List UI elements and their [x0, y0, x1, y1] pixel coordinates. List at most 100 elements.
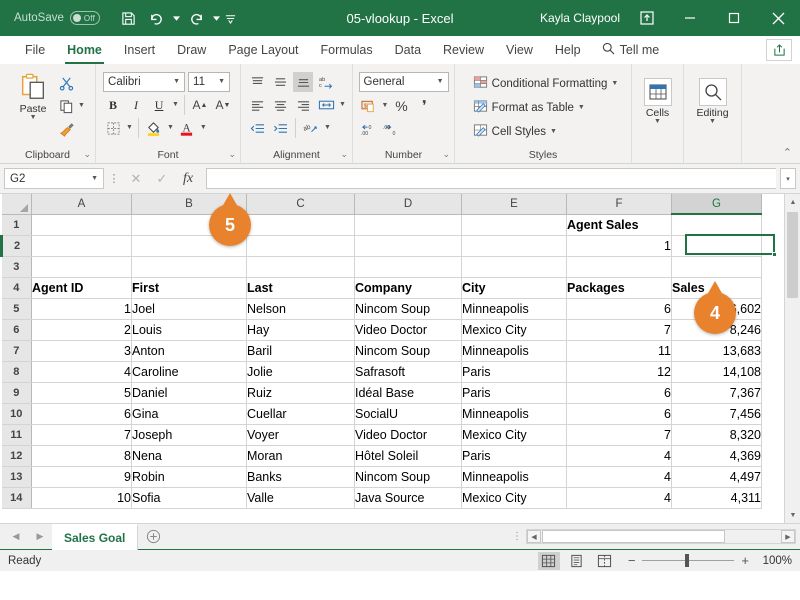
grid-cell[interactable]: 4,497 [671, 466, 762, 488]
name-box[interactable]: G2 ▼ [4, 168, 104, 189]
grid-cell[interactable]: Joel [131, 298, 247, 320]
grid-cell[interactable] [461, 235, 567, 257]
align-left-button[interactable] [247, 95, 267, 115]
grid-cell[interactable]: Last [246, 277, 355, 299]
grid-cell[interactable]: Louis [131, 319, 247, 341]
row-header-1[interactable]: 1 [1, 214, 32, 236]
grid-cell[interactable]: 4,311 [671, 487, 762, 509]
grow-font-button[interactable]: A ▲ [190, 95, 210, 115]
font-name-combo[interactable]: Calibri ▼ [103, 72, 186, 92]
page-layout-view-button[interactable] [566, 552, 588, 570]
insert-function-button[interactable]: fx [176, 168, 200, 190]
grid-cell[interactable]: Nincom Soup [354, 298, 462, 320]
user-name[interactable]: Kayla Claypool [540, 11, 620, 25]
font-color-dropdown-icon[interactable]: ▼ [200, 124, 207, 131]
tab-insert[interactable]: Insert [113, 36, 166, 64]
grid-cell[interactable]: 7 [566, 424, 672, 446]
zoom-slider-thumb[interactable] [685, 554, 690, 567]
scroll-grip[interactable]: ⋮ [512, 531, 522, 542]
grid-cell[interactable]: Baril [246, 340, 355, 362]
horizontal-scroll-thumb[interactable] [542, 530, 725, 543]
grid-cell[interactable]: 6 [566, 298, 672, 320]
grid-cell[interactable]: 1 [566, 235, 672, 257]
grid-cell[interactable]: SocialU [354, 403, 462, 425]
zoom-slider[interactable] [642, 554, 735, 567]
align-right-button[interactable] [293, 95, 313, 115]
row-header-9[interactable]: 9 [1, 382, 32, 404]
tell-me-search[interactable]: Tell me [592, 42, 670, 58]
paste-button[interactable]: Paste ▼ [10, 69, 56, 121]
save-icon[interactable] [116, 5, 142, 31]
vertical-scroll-thumb[interactable] [787, 212, 798, 298]
grid-cell[interactable]: 6 [566, 403, 672, 425]
row-header-13[interactable]: 13 [1, 466, 32, 488]
copy-button[interactable]: ▼ [56, 96, 85, 116]
decrease-indent-button[interactable] [247, 118, 267, 138]
grid-cell[interactable]: Minneapolis [461, 403, 567, 425]
row-header-4[interactable]: 4 [1, 277, 32, 299]
autosave-toggle[interactable]: AutoSave Off [14, 11, 100, 25]
grid-cell[interactable]: Agent Sales [566, 214, 672, 236]
increase-indent-button[interactable] [270, 118, 290, 138]
scroll-left-arrow[interactable]: ◀ [527, 530, 541, 543]
grid-cell[interactable] [246, 214, 355, 236]
customize-qat-icon[interactable] [224, 5, 238, 31]
grid-cell[interactable]: Nelson [246, 298, 355, 320]
select-all-corner[interactable] [1, 194, 32, 215]
grid-cell[interactable]: Ruiz [246, 382, 355, 404]
cell-styles-button[interactable]: Cell Styles ▼ [473, 121, 557, 142]
copy-dropdown-icon[interactable]: ▼ [78, 102, 85, 109]
grid-cell[interactable]: 8 [31, 445, 132, 467]
sheet-tab-sales-goal[interactable]: Sales Goal [52, 523, 139, 550]
grid-cell[interactable]: Robin [131, 466, 247, 488]
wrap-text-button[interactable]: ab c [316, 72, 336, 92]
tab-view[interactable]: View [495, 36, 544, 64]
collapse-ribbon-icon[interactable]: ⌃ [783, 146, 792, 159]
grid-cell[interactable]: 6 [31, 403, 132, 425]
share-icon[interactable] [634, 5, 660, 31]
conditional-formatting-button[interactable]: Conditional Formatting ▼ [473, 73, 618, 94]
tab-page-layout[interactable]: Page Layout [217, 36, 309, 64]
borders-dropdown-icon[interactable]: ▼ [126, 124, 133, 131]
zoom-out-button[interactable]: − [628, 553, 636, 568]
grid-cell[interactable]: Minneapolis [461, 298, 567, 320]
grid-cell[interactable]: Paris [461, 361, 567, 383]
expand-formula-bar-button[interactable]: ▾ [780, 168, 796, 189]
italic-button[interactable]: I [126, 95, 146, 115]
scroll-up-arrow[interactable]: ▲ [785, 194, 800, 210]
cut-button[interactable] [56, 73, 85, 93]
row-header-10[interactable]: 10 [1, 403, 32, 425]
align-middle-button[interactable] [270, 72, 290, 92]
grid-cell[interactable]: 14,108 [671, 361, 762, 383]
cells-button[interactable]: Cells ▼ [636, 75, 680, 125]
align-bottom-button[interactable] [293, 72, 314, 92]
vertical-scrollbar[interactable]: ▲ ▼ [784, 194, 800, 523]
grid-cell[interactable]: 10 [31, 487, 132, 509]
redo-dropdown-icon[interactable] [212, 5, 222, 31]
undo-icon[interactable] [144, 5, 170, 31]
alignment-dialog-launcher[interactable]: ⌄ [340, 147, 348, 162]
grid-cell[interactable] [566, 256, 672, 278]
row-header-14[interactable]: 14 [1, 487, 32, 509]
grid-cell[interactable]: Mexico City [461, 487, 567, 509]
row-header-6[interactable]: 6 [1, 319, 32, 341]
grid-cell[interactable]: Java Source [354, 487, 462, 509]
grid-cell[interactable]: Moran [246, 445, 355, 467]
number-format-combo[interactable]: General ▼ [358, 72, 449, 92]
undo-dropdown-icon[interactable] [172, 5, 182, 31]
grid-cell[interactable]: 9 [31, 466, 132, 488]
underline-button[interactable]: U [149, 95, 169, 115]
grid-cell[interactable]: 4 [566, 466, 672, 488]
grid-cell[interactable] [246, 256, 355, 278]
column-header-c[interactable]: C [246, 194, 355, 215]
grid-cell[interactable]: 8,320 [671, 424, 762, 446]
grid-cell[interactable]: 4,369 [671, 445, 762, 467]
underline-dropdown-icon[interactable]: ▼ [172, 101, 179, 108]
grid-cell[interactable]: Minneapolis [461, 466, 567, 488]
grid-cell[interactable]: Sofia [131, 487, 247, 509]
grid-cell[interactable]: Nincom Soup [354, 340, 462, 362]
editing-dropdown-icon[interactable]: ▼ [709, 118, 716, 125]
tab-review[interactable]: Review [432, 36, 495, 64]
grid-cell[interactable] [31, 256, 132, 278]
grid-cell[interactable]: Valle [246, 487, 355, 509]
